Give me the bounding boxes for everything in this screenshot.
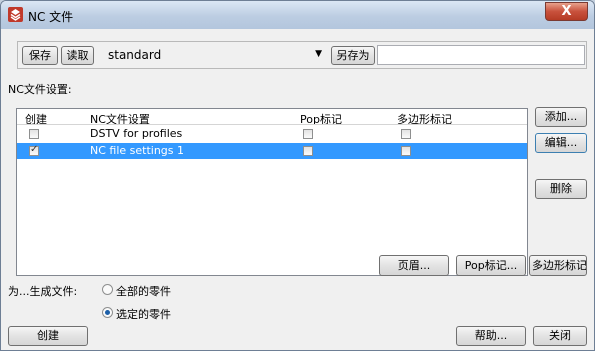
close-button[interactable]: 关闭 (533, 326, 587, 346)
save-as-button[interactable]: 另存为 (331, 46, 375, 65)
all-parts-label[interactable]: 全部的零件 (116, 283, 171, 299)
title-bar[interactable]: NC 文件 X (1, 1, 594, 29)
row-pop-checkbox[interactable] (303, 146, 313, 156)
add-button[interactable]: 添加... (535, 107, 587, 127)
settings-toolbar: 保存 读取 standard ▼ 另存为 (17, 41, 587, 69)
row-create-checkbox[interactable] (29, 144, 39, 156)
load-button[interactable]: 读取 (61, 46, 94, 65)
row-pop-checkbox[interactable] (303, 129, 313, 139)
dropdown-arrow-icon: ▼ (315, 49, 322, 59)
window-title: NC 文件 (28, 10, 74, 24)
row-setting-name: DSTV for profiles (90, 127, 183, 140)
polygon-mark-button[interactable]: 多边形标记... (529, 255, 587, 276)
selected-parts-radio[interactable] (102, 307, 113, 318)
header-button[interactable]: 页眉... (379, 255, 449, 276)
dialog-body: 保存 读取 standard ▼ 另存为 NC文件设置: 创建 NC文件设置 P… (8, 29, 587, 346)
save-button[interactable]: 保存 (22, 46, 58, 65)
settings-dropdown-value: standard (108, 48, 162, 62)
save-as-name-input[interactable] (377, 45, 585, 65)
selected-parts-label[interactable]: 选定的零件 (116, 306, 171, 322)
delete-button[interactable]: 删除 (535, 179, 587, 199)
header-divider (17, 124, 527, 125)
pop-mark-button[interactable]: Pop标记... (456, 255, 526, 276)
edit-button[interactable]: 编辑... (535, 133, 587, 153)
row-polygon-checkbox[interactable] (401, 129, 411, 139)
app-logo-icon (8, 7, 23, 22)
close-icon: X (561, 4, 572, 19)
nc-settings-table: 创建 NC文件设置 Pop标记 多边形标记 DSTV for profiles … (16, 108, 528, 276)
help-button[interactable]: 帮助... (456, 326, 526, 346)
table-row-selected[interactable]: NC file settings 1 (17, 143, 527, 159)
settings-dropdown[interactable]: standard ▼ (100, 44, 324, 66)
nc-file-dialog: NC 文件 X 保存 读取 standard ▼ 另存为 NC文件设置: 创建 … (0, 0, 595, 351)
row-create-checkbox[interactable] (29, 129, 39, 139)
table-row[interactable]: DSTV for profiles (17, 126, 527, 142)
row-polygon-checkbox[interactable] (401, 146, 411, 156)
create-button[interactable]: 创建 (8, 326, 88, 346)
generate-files-label: 为...生成文件: (8, 285, 78, 298)
close-window-button[interactable]: X (545, 2, 588, 21)
section-label: NC文件设置: (8, 83, 72, 96)
row-setting-name: NC file settings 1 (90, 144, 185, 157)
all-parts-radio[interactable] (102, 284, 113, 295)
